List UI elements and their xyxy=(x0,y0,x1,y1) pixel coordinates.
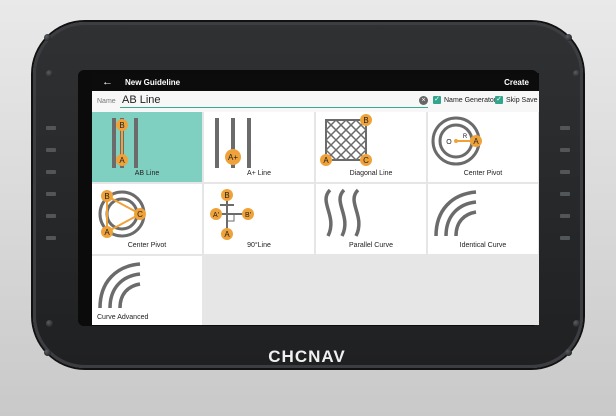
guideline-curve-advanced[interactable]: Curve Advanced xyxy=(92,256,202,325)
svg-text:B: B xyxy=(104,192,109,201)
guideline-grid: B A AB Line A+ A+ Line B A C Diagonal Li… xyxy=(92,112,539,325)
guideline-label: Curve Advanced xyxy=(97,314,149,321)
name-input[interactable]: AB Line xyxy=(122,94,161,106)
grip-ridge xyxy=(560,192,570,196)
svg-text:A+: A+ xyxy=(228,153,238,162)
name-generator-checkbox[interactable]: ✓ xyxy=(433,96,441,104)
svg-text:B: B xyxy=(363,116,368,125)
skip-save-label: Skip Save xyxy=(506,97,538,104)
screw-icon xyxy=(573,70,580,77)
grip-ridge xyxy=(46,170,56,174)
clear-icon[interactable]: × xyxy=(419,96,428,105)
screw-icon xyxy=(565,349,572,356)
guideline-label: Diagonal Line xyxy=(349,170,393,177)
screw-icon xyxy=(44,34,51,41)
name-input-underline xyxy=(120,107,428,108)
svg-text:A': A' xyxy=(213,212,219,219)
skip-save-checkbox[interactable]: ✓ xyxy=(495,96,503,104)
guideline-center-pivot-three-point[interactable]: B C A Center Pivot xyxy=(92,184,202,254)
title-bar: ← New Guideline Create xyxy=(92,73,539,91)
name-bar: Name AB Line × ✓ Name Generator ✓ Skip S… xyxy=(92,91,539,112)
svg-text:B: B xyxy=(119,121,124,130)
guideline-parallel-curve[interactable]: Parallel Curve xyxy=(316,184,426,254)
grip-ridge xyxy=(560,214,570,218)
back-arrow-icon[interactable]: ← xyxy=(102,75,113,89)
svg-text:R: R xyxy=(463,134,468,140)
grip-ridge xyxy=(46,236,56,240)
svg-text:C: C xyxy=(363,156,369,165)
svg-text:A: A xyxy=(104,228,110,237)
svg-text:B: B xyxy=(224,191,229,200)
grip-ridge xyxy=(560,170,570,174)
name-label: Name xyxy=(97,98,116,105)
screw-icon xyxy=(46,320,53,327)
app-screen: ← New Guideline Create Name AB Line × ✓ … xyxy=(92,73,539,325)
svg-text:A: A xyxy=(119,156,125,165)
grip-ridge xyxy=(560,236,570,240)
screw-icon xyxy=(46,70,53,77)
name-generator-label: Name Generator xyxy=(444,97,497,104)
screw-icon xyxy=(565,34,572,41)
grip-ridge xyxy=(46,126,56,130)
guideline-identical-curve[interactable]: Identical Curve xyxy=(428,184,538,254)
svg-text:A: A xyxy=(323,156,329,165)
svg-text:B': B' xyxy=(245,212,251,219)
grip-ridge xyxy=(560,148,570,152)
guideline-label: Identical Curve xyxy=(459,242,507,249)
create-button[interactable]: Create xyxy=(504,78,529,87)
screw-icon xyxy=(573,320,580,327)
svg-text:C: C xyxy=(137,210,143,219)
grip-ridge xyxy=(46,214,56,218)
svg-text:A: A xyxy=(473,137,479,146)
guideline-90-line[interactable]: B A' B' A 90°Line xyxy=(204,184,314,254)
guideline-label: Center Pivot xyxy=(463,170,503,177)
svg-text:A: A xyxy=(224,230,230,239)
guideline-center-pivot[interactable]: O R A Center Pivot xyxy=(428,112,538,182)
guideline-label: Center Pivot xyxy=(127,242,167,249)
svg-text:O: O xyxy=(446,139,452,146)
page-title: New Guideline xyxy=(125,78,181,87)
grip-ridge xyxy=(46,148,56,152)
grip-ridge xyxy=(46,192,56,196)
grip-ridge xyxy=(560,126,570,130)
guideline-label: 90°Line xyxy=(247,242,271,249)
guideline-label: Parallel Curve xyxy=(349,242,393,249)
guideline-a-plus-line[interactable]: A+ A+ Line xyxy=(204,112,314,182)
guideline-label: A+ Line xyxy=(247,170,271,177)
guideline-label: AB Line xyxy=(134,170,160,177)
guideline-ab-line[interactable]: B A AB Line xyxy=(92,112,202,182)
guideline-diagonal-line[interactable]: B A C Diagonal Line xyxy=(316,112,426,182)
brand-logo: CHCNAV xyxy=(268,347,346,366)
screw-icon xyxy=(44,349,51,356)
